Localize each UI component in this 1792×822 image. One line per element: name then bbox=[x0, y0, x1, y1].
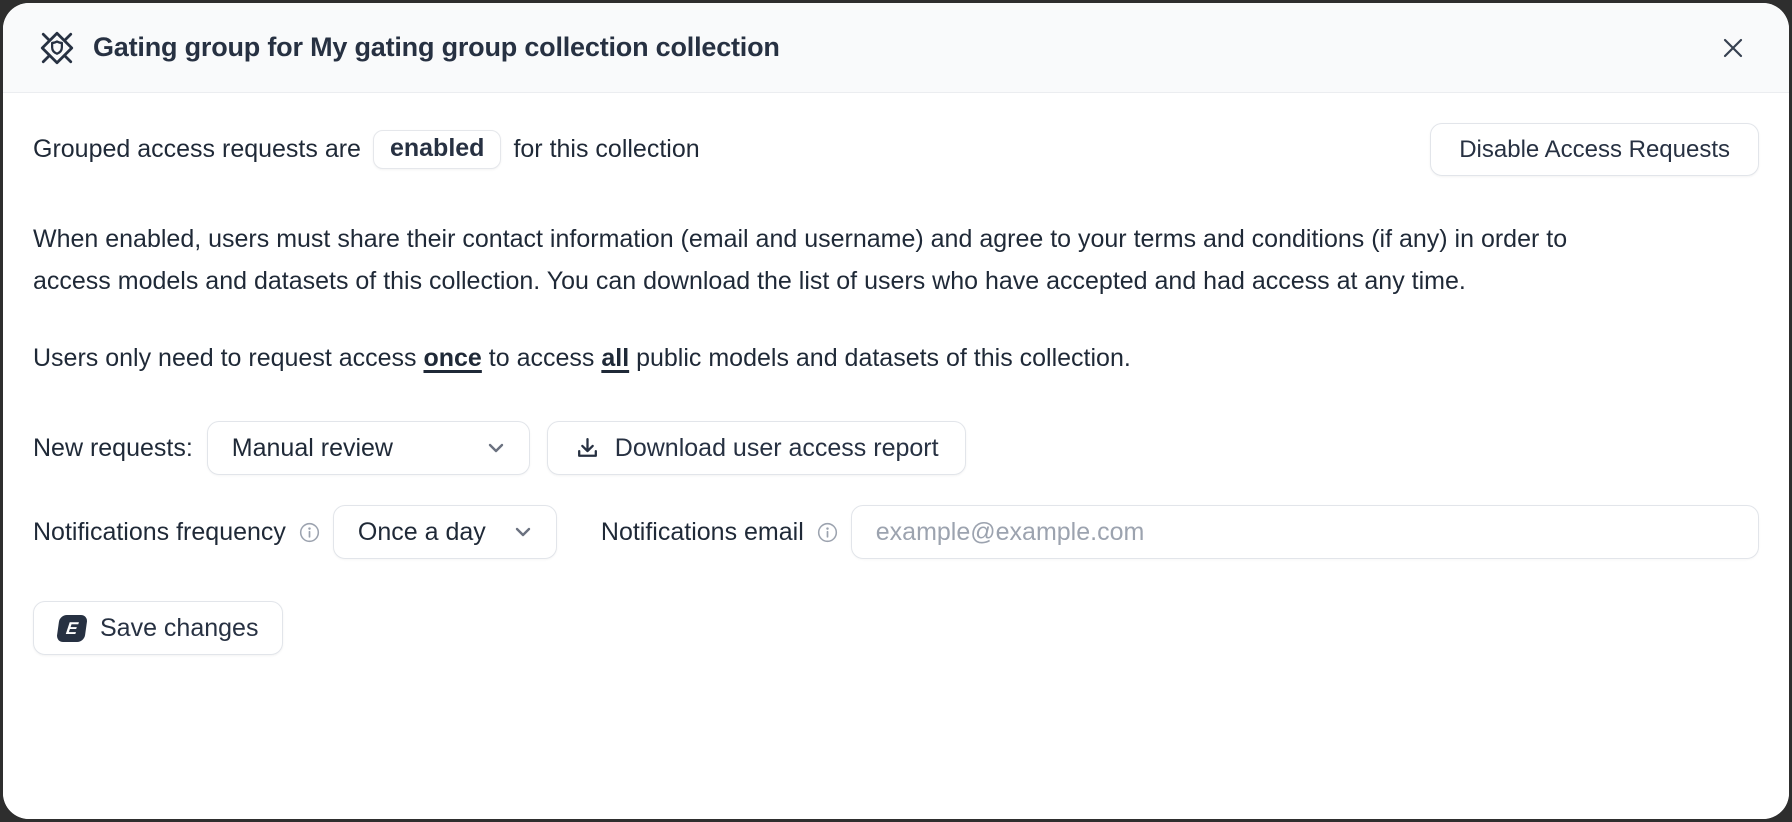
notifications-frequency-label: Notifications frequency bbox=[33, 518, 286, 547]
chevron-down-icon bbox=[483, 435, 509, 461]
modal-title: Gating group for My gating group collect… bbox=[93, 32, 780, 63]
new-requests-label: New requests: bbox=[33, 434, 193, 463]
new-requests-row: New requests: Manual review Dow bbox=[33, 421, 1759, 475]
new-requests-select[interactable]: Manual review bbox=[207, 421, 530, 475]
notifications-email-label: Notifications email bbox=[601, 518, 804, 547]
new-requests-selected-value: Manual review bbox=[232, 434, 393, 463]
modal-header: Gating group for My gating group collect… bbox=[3, 3, 1789, 93]
chevron-down-icon bbox=[510, 519, 536, 545]
notifications-frequency-selected-value: Once a day bbox=[358, 518, 486, 547]
p2-text: Users only need to request access bbox=[33, 344, 423, 372]
description-paragraph: When enabled, users must share their con… bbox=[33, 218, 1578, 302]
save-changes-button[interactable]: E Save changes bbox=[33, 601, 283, 655]
p2-once-emphasis: once bbox=[423, 344, 481, 372]
p2-all-emphasis: all bbox=[601, 344, 629, 372]
download-user-access-report-button[interactable]: Download user access report bbox=[547, 421, 966, 475]
status-row: Grouped access requests are enabled for … bbox=[33, 123, 1759, 176]
close-icon bbox=[1720, 35, 1746, 61]
close-button[interactable] bbox=[1711, 26, 1755, 70]
info-icon[interactable] bbox=[816, 521, 839, 544]
info-icon[interactable] bbox=[298, 521, 321, 544]
status-text-after: for this collection bbox=[513, 135, 699, 164]
notifications-frequency-select[interactable]: Once a day bbox=[333, 505, 557, 559]
p2-text: to access bbox=[482, 344, 602, 372]
gated-shield-icon bbox=[37, 28, 77, 68]
status-text-before: Grouped access requests are bbox=[33, 135, 361, 164]
download-tray-icon bbox=[574, 435, 601, 462]
modal-body: Grouped access requests are enabled for … bbox=[3, 93, 1789, 819]
disable-access-requests-button[interactable]: Disable Access Requests bbox=[1430, 123, 1759, 176]
notifications-row: Notifications frequency Once a day Notif… bbox=[33, 505, 1759, 559]
download-button-label: Download user access report bbox=[615, 434, 939, 463]
p2-text: public models and datasets of this colle… bbox=[629, 344, 1131, 372]
save-button-label: Save changes bbox=[100, 614, 258, 643]
save-row: E Save changes bbox=[33, 601, 1759, 655]
enterprise-badge-icon: E bbox=[56, 615, 88, 642]
gating-group-modal: Gating group for My gating group collect… bbox=[3, 3, 1789, 819]
request-once-paragraph: Users only need to request access once t… bbox=[33, 337, 1578, 379]
status-badge: enabled bbox=[373, 130, 501, 169]
notifications-email-input[interactable] bbox=[851, 505, 1759, 559]
